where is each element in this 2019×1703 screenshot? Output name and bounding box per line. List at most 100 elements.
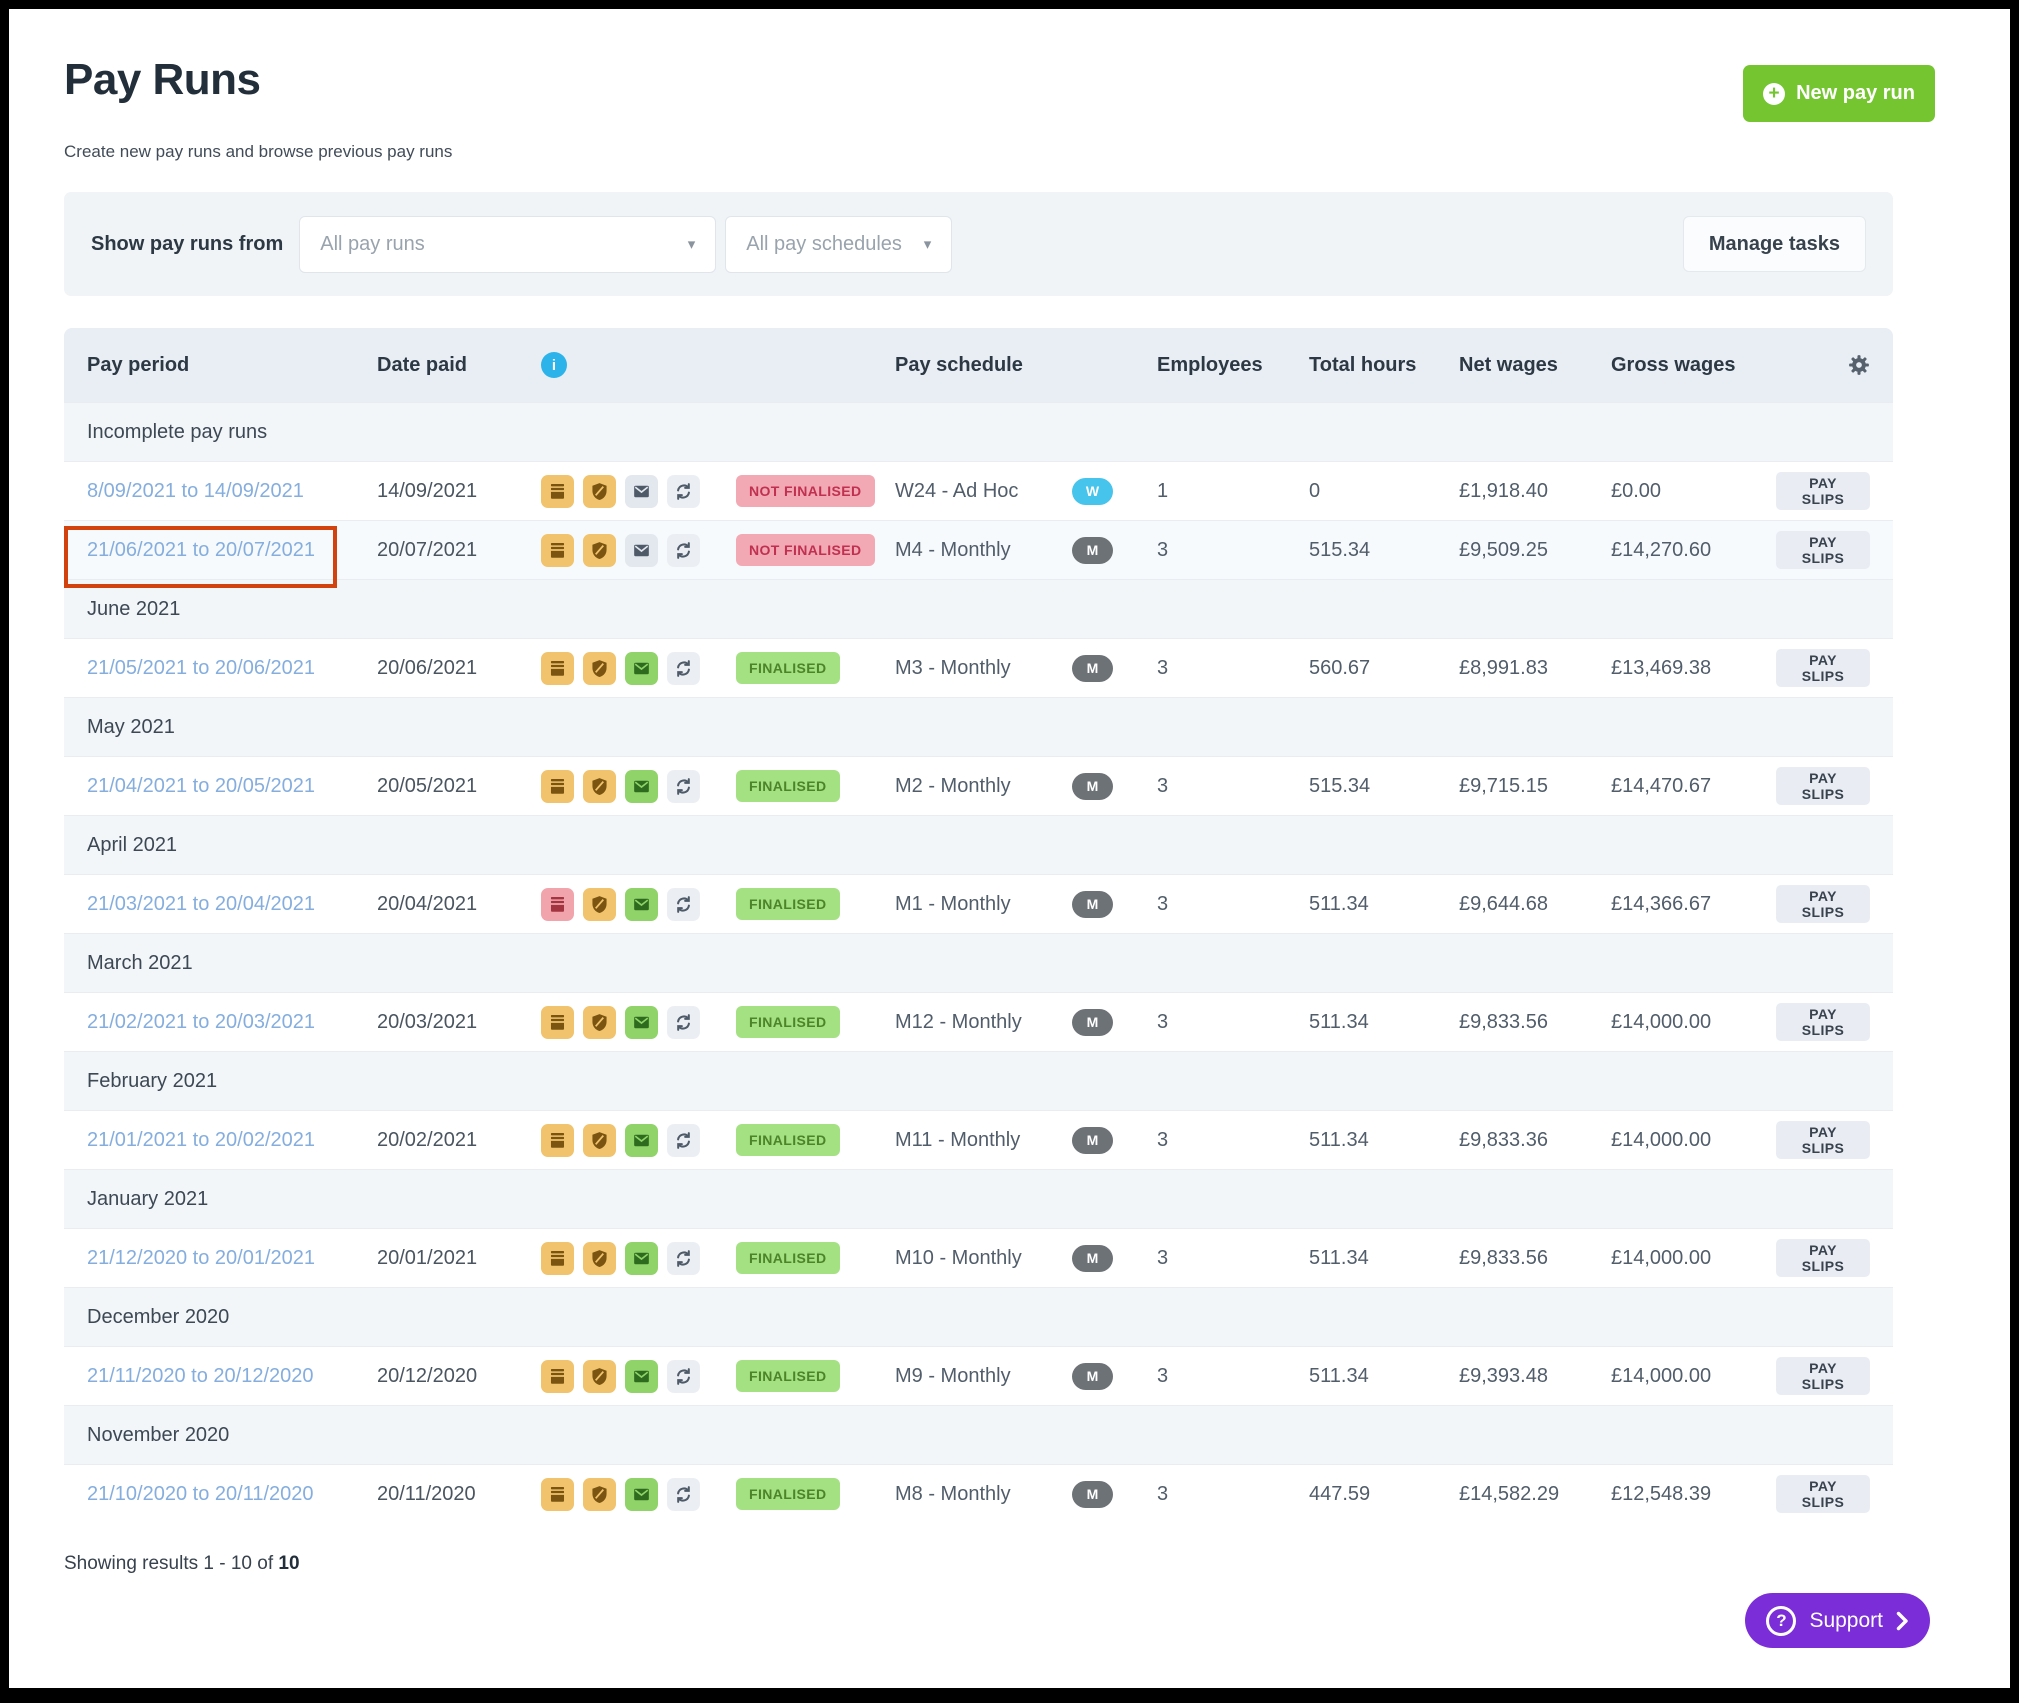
new-pay-run-label: New pay run [1796,82,1915,105]
gross-wages: £14,000.00 [1611,1365,1776,1388]
gross-wages: £14,366.67 [1611,893,1776,916]
journal-icon[interactable] [541,652,574,685]
net-wages: £9,833.36 [1459,1129,1611,1152]
shield-icon[interactable] [583,1124,616,1157]
pay-period-link[interactable]: 21/05/2021 to 20/06/2021 [87,657,315,679]
journal-icon[interactable] [541,770,574,803]
total-hours: 447.59 [1309,1483,1459,1506]
pay-period-link[interactable]: 21/06/2021 to 20/07/2021 [87,539,315,561]
employees-count: 3 [1157,1011,1309,1034]
pay-schedules-select[interactable]: All pay schedules ▾ [725,216,952,273]
payslips-button[interactable]: PAY SLIPS [1776,1003,1870,1041]
date-paid: 20/01/2021 [377,1247,541,1270]
refresh-icon[interactable] [667,1360,700,1393]
info-icon[interactable]: i [541,352,567,378]
journal-icon[interactable] [541,1242,574,1275]
schedule-frequency-badge: M [1072,537,1113,564]
schedule-frequency-badge: M [1072,891,1113,918]
gross-wages: £0.00 [1611,480,1776,503]
pay-period-link[interactable]: 21/02/2021 to 20/03/2021 [87,1011,315,1033]
envelope-icon[interactable] [625,770,658,803]
envelope-icon[interactable] [625,475,658,508]
envelope-icon[interactable] [625,1242,658,1275]
pay-schedule: M8 - Monthly [895,1483,1072,1506]
envelope-icon[interactable] [625,652,658,685]
pay-schedule: M1 - Monthly [895,893,1072,916]
payslips-button[interactable]: PAY SLIPS [1776,1475,1870,1513]
shield-icon[interactable] [583,770,616,803]
pay-period-link[interactable]: 21/12/2020 to 20/01/2021 [87,1247,315,1269]
shield-icon[interactable] [583,1006,616,1039]
shield-icon[interactable] [583,475,616,508]
journal-icon[interactable] [541,1006,574,1039]
date-paid: 20/06/2021 [377,657,541,680]
support-button[interactable]: ? Support [1745,1593,1930,1648]
envelope-icon[interactable] [625,1478,658,1511]
pay-schedule: M11 - Monthly [895,1129,1072,1152]
envelope-icon[interactable] [625,1124,658,1157]
chevron-down-icon: ▾ [924,235,932,253]
new-pay-run-button[interactable]: + New pay run [1743,65,1935,122]
payslips-button[interactable]: PAY SLIPS [1776,472,1870,510]
pay-period-link[interactable]: 21/10/2020 to 20/11/2020 [87,1483,314,1505]
total-hours: 515.34 [1309,775,1459,798]
status-badge: NOT FINALISED [736,534,875,566]
schedule-frequency-badge: M [1072,1009,1113,1036]
shield-icon[interactable] [583,652,616,685]
manage-tasks-button[interactable]: Manage tasks [1683,216,1866,272]
journal-icon[interactable] [541,475,574,508]
payslips-button[interactable]: PAY SLIPS [1776,649,1870,687]
payslips-button[interactable]: PAY SLIPS [1776,885,1870,923]
payslips-button[interactable]: PAY SLIPS [1776,531,1870,569]
shield-icon[interactable] [583,1360,616,1393]
section-header: May 2021 [64,697,1893,756]
refresh-icon[interactable] [667,1124,700,1157]
pay-schedule: M4 - Monthly [895,539,1072,562]
status-icons [541,1124,736,1157]
net-wages: £9,833.56 [1459,1011,1611,1034]
refresh-icon[interactable] [667,652,700,685]
pay-run-row: 21/02/2021 to 20/03/202120/03/2021FINALI… [64,992,1893,1051]
shield-icon[interactable] [583,888,616,921]
pay-period-link[interactable]: 21/04/2021 to 20/05/2021 [87,775,315,797]
pay-run-row: 21/10/2020 to 20/11/202020/11/2020FINALI… [64,1464,1893,1523]
refresh-icon[interactable] [667,1242,700,1275]
col-pay-period: Pay period [87,354,377,377]
refresh-icon[interactable] [667,1478,700,1511]
net-wages: £9,644.68 [1459,893,1611,916]
pay-runs-select[interactable]: All pay runs ▾ [299,216,716,273]
refresh-icon[interactable] [667,770,700,803]
payslips-button[interactable]: PAY SLIPS [1776,1121,1870,1159]
shield-icon[interactable] [583,1478,616,1511]
chevron-right-icon [1896,1611,1909,1631]
pay-period-link[interactable]: 21/03/2021 to 20/04/2021 [87,893,315,915]
filter-panel: Show pay runs from All pay runs ▾ All pa… [64,192,1893,296]
schedule-frequency-badge: M [1072,1481,1113,1508]
gear-icon[interactable] [1848,354,1870,376]
refresh-icon[interactable] [667,534,700,567]
date-paid: 20/02/2021 [377,1129,541,1152]
envelope-icon[interactable] [625,534,658,567]
envelope-icon[interactable] [625,1360,658,1393]
envelope-icon[interactable] [625,1006,658,1039]
envelope-icon[interactable] [625,888,658,921]
refresh-icon[interactable] [667,888,700,921]
refresh-icon[interactable] [667,475,700,508]
journal-icon[interactable] [541,1124,574,1157]
pay-period-link[interactable]: 21/01/2021 to 20/02/2021 [87,1129,315,1151]
journal-icon[interactable] [541,888,574,921]
refresh-icon[interactable] [667,1006,700,1039]
payslips-button[interactable]: PAY SLIPS [1776,767,1870,805]
status-badge: FINALISED [736,888,840,920]
payslips-button[interactable]: PAY SLIPS [1776,1239,1870,1277]
journal-icon[interactable] [541,534,574,567]
journal-icon[interactable] [541,1360,574,1393]
schedule-frequency-badge: M [1072,773,1113,800]
shield-icon[interactable] [583,534,616,567]
payslips-button[interactable]: PAY SLIPS [1776,1357,1870,1395]
pay-period-link[interactable]: 8/09/2021 to 14/09/2021 [87,480,304,502]
shield-icon[interactable] [583,1242,616,1275]
schedule-frequency-badge: W [1072,478,1113,505]
journal-icon[interactable] [541,1478,574,1511]
pay-period-link[interactable]: 21/11/2020 to 20/12/2020 [87,1365,314,1387]
